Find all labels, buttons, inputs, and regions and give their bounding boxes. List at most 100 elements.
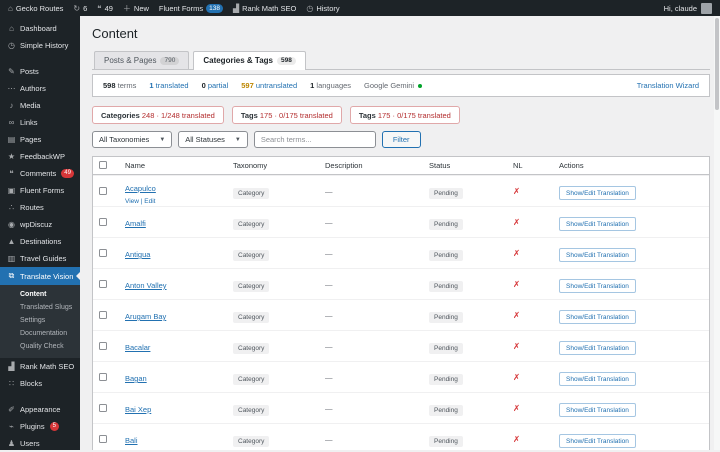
stat-partial[interactable]: 0 partial xyxy=(202,81,229,90)
show-edit-translation-button[interactable]: Show/Edit Translation xyxy=(559,248,636,262)
sidebar-item[interactable]: ♪ Media xyxy=(0,97,80,114)
stat-untranslated[interactable]: 597 untranslated xyxy=(241,81,297,90)
table-row: Amalfi Category — Pending ✗ Show/Edit Tr… xyxy=(93,206,709,237)
sidebar-item[interactable]: ★ FeedbackWP xyxy=(0,148,80,165)
show-edit-translation-button[interactable]: Show/Edit Translation xyxy=(559,341,636,355)
taxonomy-select[interactable]: All Taxonomies ▼ xyxy=(92,131,172,148)
sidebar-item[interactable]: ⋯ Authors xyxy=(0,80,80,97)
stat-translated[interactable]: 1 translated xyxy=(149,81,188,90)
description-cell: — xyxy=(325,311,429,320)
bar-chart-icon: ▟ xyxy=(233,4,239,13)
sidebar-item[interactable]: ✐ Appearance xyxy=(0,401,80,418)
filter-bar: All Taxonomies ▼ All Statuses ▼ Filter xyxy=(92,131,710,148)
taxonomy-summary-pill[interactable]: Categories 248 · 1/248 translated xyxy=(92,106,224,124)
new-menu[interactable]: ＋ New xyxy=(123,3,149,14)
stat-terms: 598 terms xyxy=(103,81,136,90)
scrollbar-thumb[interactable] xyxy=(715,18,719,110)
term-name-link[interactable]: Bacalar xyxy=(125,343,150,352)
show-edit-translation-button[interactable]: Show/Edit Translation xyxy=(559,186,636,200)
term-name-link[interactable]: Bagan xyxy=(125,374,147,383)
translation-wizard-link[interactable]: Translation Wizard xyxy=(637,81,699,90)
row-checkbox[interactable] xyxy=(99,187,107,195)
select-all-checkbox[interactable] xyxy=(99,161,107,169)
tab-categories-tags[interactable]: Categories & Tags 598 xyxy=(193,51,306,70)
status-select[interactable]: All Statuses ▼ xyxy=(178,131,248,148)
submenu-item[interactable]: Quality Check xyxy=(0,340,80,353)
page-scrollbar[interactable] xyxy=(714,16,720,450)
sidebar-item[interactable]: ▲ Destinations xyxy=(0,233,80,250)
row-checkbox[interactable] xyxy=(99,342,107,350)
sidebar-item-translate-vision[interactable]: ⧉ Translate Vision xyxy=(0,267,80,285)
home-icon: ⌂ xyxy=(8,4,13,13)
show-edit-translation-button[interactable]: Show/Edit Translation xyxy=(559,434,636,448)
sidebar-item[interactable]: ▣ Fluent Forms xyxy=(0,182,80,199)
description-cell: — xyxy=(325,435,429,444)
term-name-link[interactable]: Arugam Bay xyxy=(125,312,166,321)
submenu-item-content[interactable]: Content xyxy=(0,288,80,301)
translate-icon: ⧉ xyxy=(7,271,16,281)
show-edit-translation-button[interactable]: Show/Edit Translation xyxy=(559,403,636,417)
sidebar-item[interactable]: ◷ Simple History xyxy=(0,37,80,54)
sidebar-item[interactable]: ⌂ Dashboard xyxy=(0,20,80,37)
sidebar-item[interactable]: ✎ Posts xyxy=(0,63,80,80)
taxonomy-summary-pill[interactable]: Tags 175 · 0/175 translated xyxy=(350,106,460,124)
row-checkbox[interactable] xyxy=(99,311,107,319)
form-icon: ▣ xyxy=(7,186,16,195)
submenu-item[interactable]: Settings xyxy=(0,314,80,327)
sidebar-item[interactable]: ∞ Links xyxy=(0,114,80,131)
sidebar-item[interactable]: ♟ Users xyxy=(0,435,80,452)
term-name-link[interactable]: Acapulco xyxy=(125,184,156,193)
sidebar-item[interactable]: ▤ Pages xyxy=(0,131,80,148)
term-name-link[interactable]: Bai Xep xyxy=(125,405,151,414)
sidebar-item[interactable]: ▟ Rank Math SEO xyxy=(0,358,80,375)
show-edit-translation-button[interactable]: Show/Edit Translation xyxy=(559,372,636,386)
updates-menu[interactable]: ↻ 6 xyxy=(73,4,87,13)
fluent-forms-menu[interactable]: Fluent Forms 138 xyxy=(159,4,223,13)
sidebar-item[interactable]: ⌁ Plugins 5 xyxy=(0,418,80,435)
search-input[interactable] xyxy=(254,131,376,148)
site-menu[interactable]: ⌂ Gecko Routes xyxy=(8,4,63,13)
taxonomy-badge: Category xyxy=(233,374,269,385)
pin-icon: ✎ xyxy=(7,67,16,76)
tab-posts-pages[interactable]: Posts & Pages 790 xyxy=(94,51,189,69)
table-header-row: Name Taxonomy Description Status NL Acti… xyxy=(93,157,709,175)
row-checkbox[interactable] xyxy=(99,373,107,381)
sidebar-item[interactable]: ∷ Blocks xyxy=(0,375,80,392)
term-name-link[interactable]: Antigua xyxy=(125,250,150,259)
sidebar-item[interactable]: ▥ Travel Guides xyxy=(0,250,80,267)
term-name-link[interactable]: Bali xyxy=(125,436,138,445)
sidebar-item[interactable]: ∴ Routes xyxy=(0,199,80,216)
fluent-forms-badge: 138 xyxy=(206,4,223,13)
sidebar-item[interactable]: ◉ wpDiscuz xyxy=(0,216,80,233)
comments-menu[interactable]: ❝ 49 xyxy=(97,4,113,13)
updates-icon: ↻ xyxy=(73,4,80,13)
term-name-link[interactable]: Anton Valley xyxy=(125,281,167,290)
column-actions: Actions xyxy=(559,161,709,170)
account-menu[interactable]: Hi, claude xyxy=(664,4,697,13)
rank-math-menu[interactable]: ▟ Rank Math SEO xyxy=(233,4,296,13)
term-name-link[interactable]: Amalfi xyxy=(125,219,146,228)
row-checkbox[interactable] xyxy=(99,404,107,412)
description-cell: — xyxy=(325,342,429,351)
tab-count: 598 xyxy=(277,57,296,65)
show-edit-translation-button[interactable]: Show/Edit Translation xyxy=(559,310,636,324)
history-menu[interactable]: ◷ History xyxy=(306,4,339,13)
stats-bar: 598 terms 1 translated 0 partial 597 unt… xyxy=(92,74,710,97)
show-edit-translation-button[interactable]: Show/Edit Translation xyxy=(559,217,636,231)
taxonomy-summary-pill[interactable]: Tags 175 · 0/175 translated xyxy=(232,106,342,124)
history-clock-icon: ◷ xyxy=(306,4,313,13)
view-edit-links[interactable]: View | Edit xyxy=(125,198,233,205)
avatar[interactable] xyxy=(701,3,712,14)
sidebar-item[interactable]: ❝ Comments 49 xyxy=(0,165,80,182)
filter-button[interactable]: Filter xyxy=(382,131,421,148)
thumb-icon: ★ xyxy=(7,152,16,161)
show-edit-translation-button[interactable]: Show/Edit Translation xyxy=(559,279,636,293)
row-checkbox[interactable] xyxy=(99,249,107,257)
submenu-item[interactable]: Documentation xyxy=(0,327,80,340)
status-badge: Pending xyxy=(429,188,463,199)
row-checkbox[interactable] xyxy=(99,218,107,226)
description-cell: — xyxy=(325,187,429,196)
row-checkbox[interactable] xyxy=(99,435,107,443)
submenu-item[interactable]: Translated Slugs xyxy=(0,301,80,314)
row-checkbox[interactable] xyxy=(99,280,107,288)
